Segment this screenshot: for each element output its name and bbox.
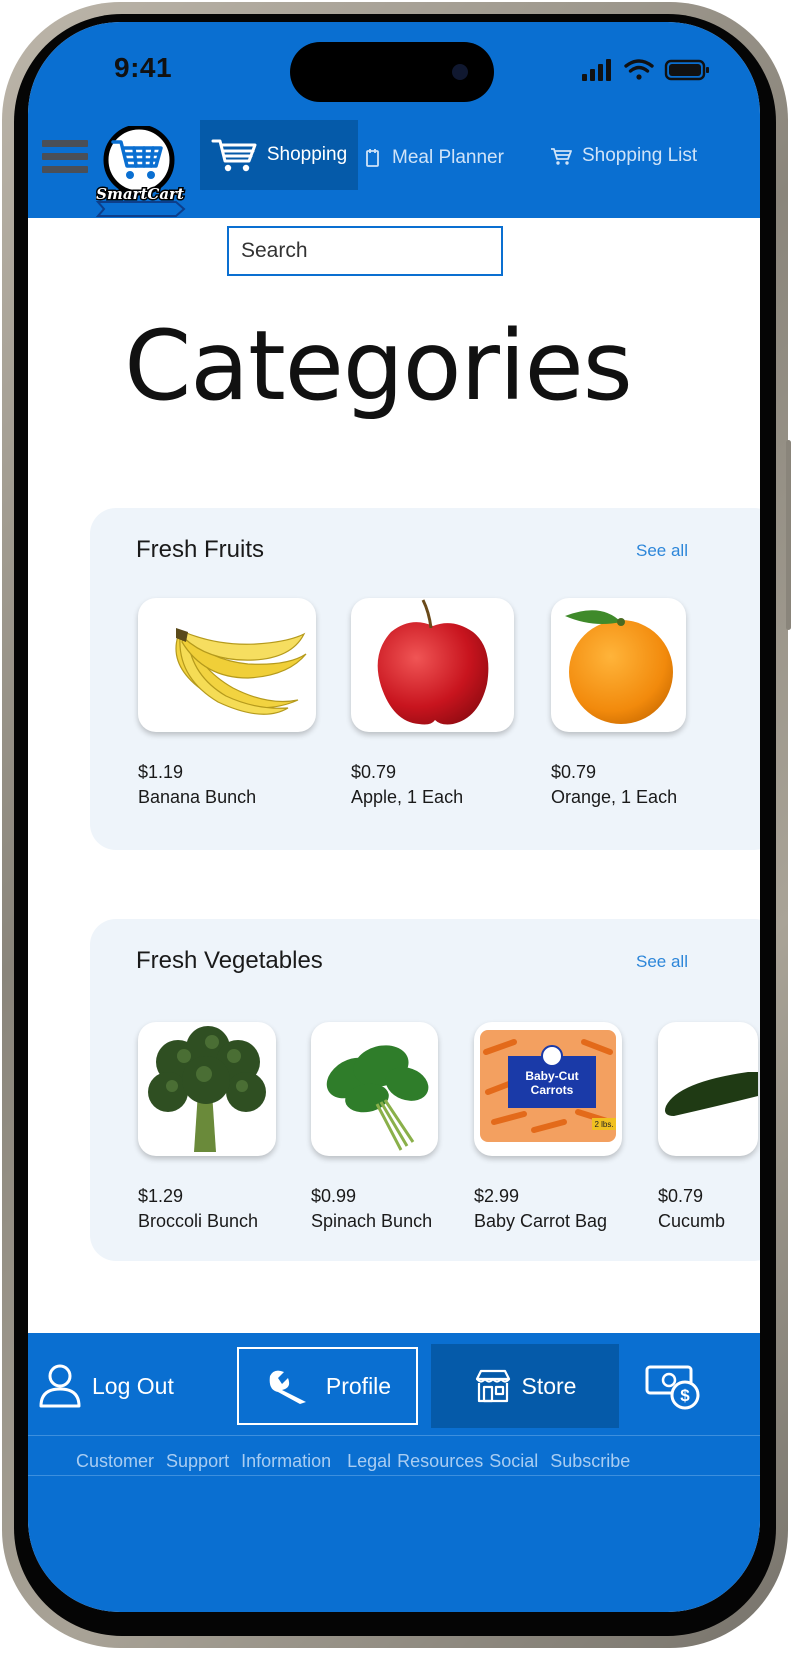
bottom-nav: Log Out Profile Store $ Customer Support… xyxy=(28,1333,760,1612)
svg-text:SmartCart: SmartCart xyxy=(96,185,184,203)
tab-shopping-list[interactable]: Shopping List xyxy=(550,136,697,176)
product-item[interactable]: $0.99 Spinach Bunch xyxy=(311,1022,438,1232)
product-name: Broccoli Bunch xyxy=(138,1211,259,1231)
tab-meal-planner-label: Meal Planner xyxy=(392,147,504,168)
user-icon xyxy=(39,1364,81,1408)
product-price: $1.19 xyxy=(138,762,184,782)
product-name: Spinach Bunch xyxy=(311,1211,433,1231)
page-title: Categories xyxy=(124,310,632,422)
screen: 9:41 SmartCart Shopping Meal Planner Sho… xyxy=(28,22,760,1612)
footer-link-customer[interactable]: Customer xyxy=(76,1451,154,1472)
smartcart-logo: SmartCart xyxy=(96,126,186,217)
category-title: Fresh Vegetables xyxy=(136,947,323,974)
profile-label: Profile xyxy=(325,1372,392,1399)
product-image-cucumber[interactable] xyxy=(658,1022,758,1156)
store-button[interactable]: Store xyxy=(431,1344,619,1428)
product-image-spinach[interactable] xyxy=(311,1022,438,1156)
footer-links: Customer Support Information Legal Resou… xyxy=(76,1451,642,1472)
top-header: 9:41 SmartCart Shopping Meal Planner Sho… xyxy=(28,22,760,218)
svg-text:$: $ xyxy=(680,1386,690,1405)
footer-link-support[interactable]: Support xyxy=(166,1451,229,1472)
see-all-link[interactable]: See all xyxy=(636,541,688,561)
signal-icon xyxy=(582,59,611,81)
category-card-fruits: Fresh Fruits See all $1.19 Banana Bunch xyxy=(90,508,760,850)
product-item[interactable]: $1.19 Banana Bunch xyxy=(138,598,316,808)
category-title: Fresh Fruits xyxy=(136,536,265,563)
footer-link-information[interactable]: Information xyxy=(241,1451,331,1472)
product-price: $2.99 xyxy=(474,1186,520,1206)
divider xyxy=(28,1435,760,1436)
battery-icon xyxy=(664,59,709,81)
product-image-apple[interactable] xyxy=(351,598,514,732)
svg-text:Baby-Cut: Baby-Cut xyxy=(525,1069,578,1083)
product-price: $0.79 xyxy=(658,1186,704,1206)
wrench-icon xyxy=(269,1370,306,1404)
product-image-broccoli[interactable] xyxy=(138,1022,276,1156)
tab-shopping-label: Shopping xyxy=(266,144,348,165)
footer-link-resources[interactable]: Resources xyxy=(397,1451,483,1472)
product-item[interactable]: $1.29 Broccoli Bunch xyxy=(138,1022,276,1232)
side-button xyxy=(786,440,791,630)
footer-link-subscribe[interactable]: Subscribe xyxy=(550,1451,630,1472)
menu-icon[interactable] xyxy=(42,140,88,176)
product-price: $0.79 xyxy=(351,762,397,782)
broccoli-image xyxy=(148,1026,266,1152)
shopping-cart-icon xyxy=(211,139,257,172)
product-item[interactable]: $0.79 Apple, 1 Each xyxy=(351,598,514,808)
product-price: $0.79 xyxy=(551,762,597,782)
apple-image xyxy=(377,599,489,725)
product-image-orange[interactable] xyxy=(551,598,686,732)
footer-link-legal[interactable]: Legal xyxy=(347,1451,391,1472)
status-icons xyxy=(582,59,709,81)
cucumber-image xyxy=(665,1072,758,1116)
search-input[interactable] xyxy=(227,226,503,276)
storefront-icon xyxy=(475,1369,510,1403)
product-price: $0.99 xyxy=(311,1186,357,1206)
shopping-list-cart-icon xyxy=(551,148,572,165)
tab-meal-planner[interactable]: Meal Planner xyxy=(364,138,504,178)
banana-image xyxy=(175,628,307,715)
svg-text:2 lbs.: 2 lbs. xyxy=(594,1120,613,1129)
tab-shopping-list-label: Shopping List xyxy=(582,145,698,166)
product-item[interactable]: $0.79 Cucumb xyxy=(658,1022,758,1232)
footer-link-social[interactable]: Social xyxy=(489,1451,538,1472)
wifi-icon xyxy=(624,59,654,80)
product-name: Cucumb xyxy=(658,1211,726,1231)
svg-text:Carrots: Carrots xyxy=(531,1083,574,1097)
status-time: 9:41 xyxy=(114,52,173,83)
log-out-button[interactable]: Log Out xyxy=(38,1347,228,1425)
category-card-vegetables: Fresh Vegetables See all $1.29 Broccoli xyxy=(90,919,760,1261)
product-name: Orange, 1 Each xyxy=(551,787,678,807)
notepad-icon xyxy=(366,149,379,167)
payment-button[interactable]: $ xyxy=(638,1347,708,1425)
store-label: Store xyxy=(521,1372,577,1399)
carrot-bag-image: Baby-Cut Carrots 2 lbs. xyxy=(480,1030,616,1142)
product-item[interactable]: $0.79 Orange, 1 Each xyxy=(551,598,686,808)
product-name: Apple, 1 Each xyxy=(351,787,464,807)
money-icon: $ xyxy=(645,1365,700,1410)
dynamic-island xyxy=(290,42,494,102)
product-item[interactable]: Baby-Cut Carrots 2 lbs. $2.99 Baby Carro… xyxy=(474,1022,622,1232)
product-image-baby-carrots[interactable]: Baby-Cut Carrots 2 lbs. xyxy=(474,1022,622,1156)
product-image-banana[interactable] xyxy=(138,598,316,732)
profile-button[interactable]: Profile xyxy=(237,1347,418,1425)
divider xyxy=(28,1475,760,1476)
orange-image xyxy=(565,610,673,724)
log-out-label: Log Out xyxy=(92,1372,174,1399)
product-name: Banana Bunch xyxy=(138,787,257,807)
product-price: $1.29 xyxy=(138,1186,184,1206)
tab-shopping[interactable]: Shopping xyxy=(200,120,358,190)
spinach-image xyxy=(326,1045,429,1151)
product-name: Baby Carrot Bag xyxy=(474,1211,608,1231)
see-all-link[interactable]: See all xyxy=(636,952,688,972)
